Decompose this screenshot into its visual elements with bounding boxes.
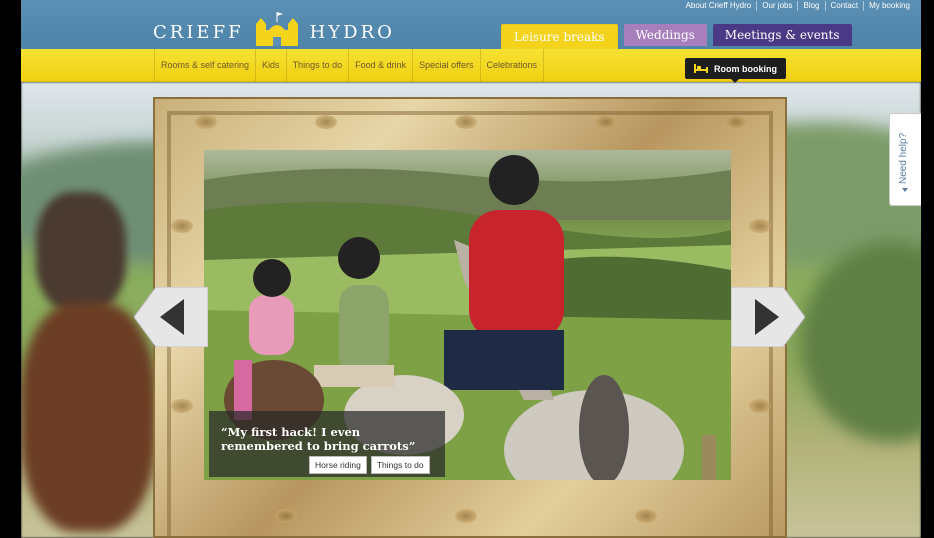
- room-booking-button[interactable]: Room booking: [685, 58, 786, 83]
- utility-link-contact[interactable]: Contact: [824, 1, 864, 11]
- subnav: Rooms & self catering Kids Things to do …: [154, 49, 545, 82]
- tab-meetings-events[interactable]: Meetings & events: [712, 24, 852, 46]
- utility-link-blog[interactable]: Blog: [797, 1, 824, 11]
- triangle-left-icon: [902, 188, 908, 192]
- bed-icon: [694, 64, 708, 73]
- frame-ornament: [725, 115, 747, 129]
- subnav-item-celebrations[interactable]: Celebrations: [479, 49, 545, 82]
- frame-ornament: [749, 219, 771, 233]
- frame-ornament: [315, 115, 337, 129]
- tab-weddings[interactable]: Weddings: [623, 24, 707, 46]
- frame-ornament: [749, 399, 771, 413]
- utility-nav: About Crieff Hydro Our jobs Blog Contact…: [681, 1, 915, 11]
- frame-ornament: [635, 509, 657, 523]
- site: About Crieff Hydro Our jobs Blog Contact…: [21, 0, 921, 538]
- caret-icon: [731, 79, 739, 83]
- caption-tags: Horse riding Things to do: [309, 456, 430, 474]
- frame-ornament: [595, 115, 617, 129]
- main-tabs: Leisure breaks Weddings Meetings & event…: [501, 24, 852, 49]
- need-help-tab[interactable]: Need help?: [889, 113, 921, 206]
- carousel-prev-button[interactable]: [134, 287, 208, 347]
- frame-ornament: [195, 115, 217, 129]
- utility-link-my-booking[interactable]: My booking: [863, 1, 915, 11]
- frame-ornament: [275, 509, 297, 523]
- frame-ornament: [455, 115, 477, 129]
- caption-quote: “My first hack! I even remembered to bri…: [221, 425, 416, 453]
- frame-ornament: [171, 219, 193, 233]
- need-help-label: Need help?: [898, 132, 909, 184]
- subnav-item-food-drink[interactable]: Food & drink: [348, 49, 412, 82]
- logo-text-right: HYDRO: [309, 21, 395, 43]
- castle-icon: [255, 12, 298, 46]
- page: About Crieff Hydro Our jobs Blog Contact…: [0, 0, 934, 538]
- subnav-item-things-to-do[interactable]: Things to do: [285, 49, 349, 82]
- tag-things-to-do[interactable]: Things to do: [370, 456, 430, 474]
- logo-text-left: CRIEFF: [153, 21, 244, 43]
- utility-link-jobs[interactable]: Our jobs: [756, 1, 797, 11]
- subnav-item-kids[interactable]: Kids: [255, 49, 286, 82]
- tab-leisure-breaks[interactable]: Leisure breaks: [501, 24, 618, 49]
- logo[interactable]: CRIEFF HYDRO: [153, 12, 395, 50]
- tag-horse-riding[interactable]: Horse riding: [309, 456, 367, 474]
- frame-ornament: [171, 399, 193, 413]
- subnav-item-special-offers[interactable]: Special offers: [412, 49, 479, 82]
- frame-ornament: [455, 509, 477, 523]
- subnav-item-rooms[interactable]: Rooms & self catering: [154, 49, 255, 82]
- room-booking-label: Room booking: [714, 63, 777, 74]
- carousel-next-button[interactable]: [731, 287, 805, 347]
- utility-link-about[interactable]: About Crieff Hydro: [681, 1, 757, 11]
